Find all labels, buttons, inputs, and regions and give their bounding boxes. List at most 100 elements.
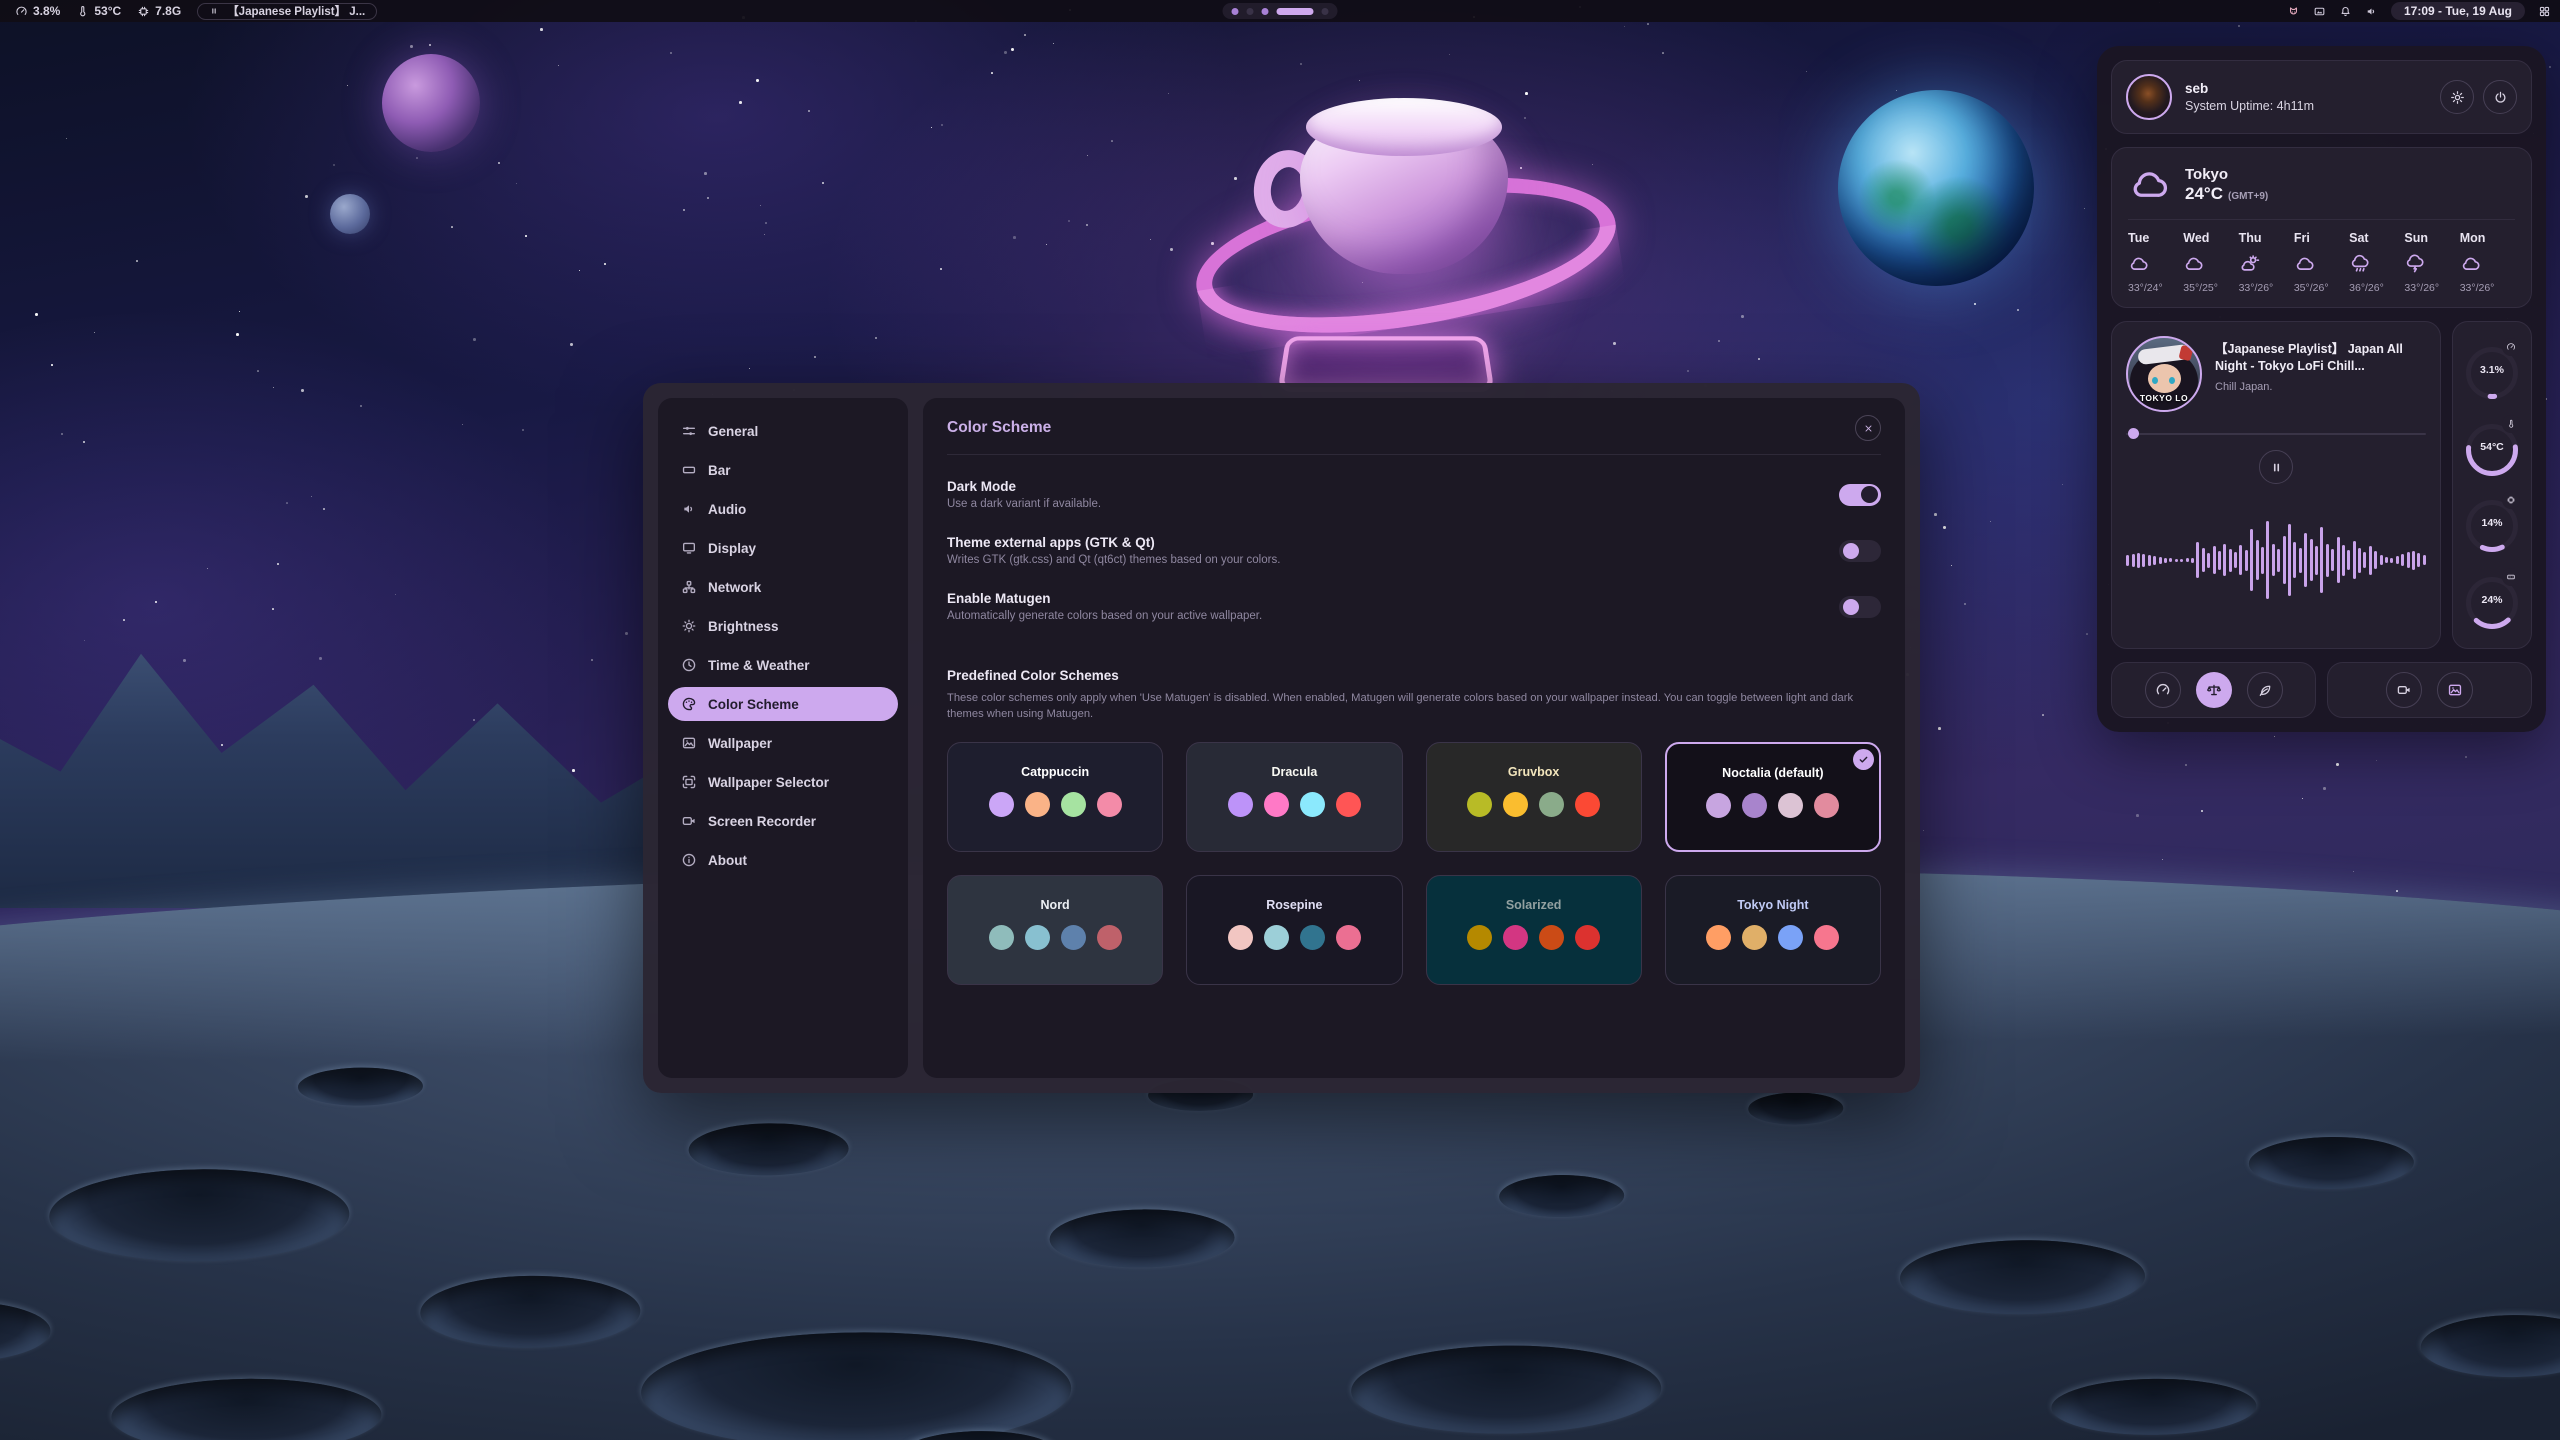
color-scheme-card[interactable]: Catppuccin [947, 742, 1163, 852]
star [683, 209, 685, 211]
app-launcher-icon[interactable] [2538, 5, 2551, 18]
color-scheme-card[interactable]: Solarized [1426, 875, 1642, 985]
sidebar-item[interactable]: Color Scheme [668, 687, 898, 721]
seek-thumb[interactable] [2128, 428, 2139, 439]
system-stat[interactable]: 53°C [76, 4, 121, 18]
visualizer-bar [2320, 527, 2323, 593]
sidebar-item-label: Audio [708, 502, 746, 517]
sidebar-item[interactable]: Brightness [668, 609, 898, 643]
purple-planet [382, 54, 480, 152]
moon-crater [111, 1377, 382, 1440]
star [207, 568, 208, 569]
color-scheme-card[interactable]: Nord [947, 875, 1163, 985]
sidebar-item-icon [681, 579, 697, 595]
visualizer-bar [2326, 544, 2329, 577]
tray-icon[interactable] [2287, 5, 2300, 18]
color-scheme-card[interactable]: Noctalia (default) [1665, 742, 1881, 852]
star [1718, 340, 1720, 342]
sidebar-item[interactable]: Audio [668, 492, 898, 526]
gauge-value: 54°C [2462, 441, 2522, 453]
power-profile-button[interactable] [2145, 672, 2181, 708]
star [579, 270, 580, 271]
workspace-dot[interactable] [1232, 8, 1239, 15]
power-profile-button[interactable] [2196, 672, 2232, 708]
moon-crater [1351, 1344, 1662, 1435]
visualizer-bar [2207, 553, 2210, 568]
settings-button[interactable] [2440, 80, 2474, 114]
system-stat[interactable]: 7.8G [137, 4, 181, 18]
forecast-day-label: Sun [2404, 231, 2428, 245]
seek-bar[interactable] [2126, 428, 2426, 439]
color-swatch [989, 925, 1014, 950]
visualizer-bar [2342, 545, 2345, 576]
star [1923, 830, 1924, 831]
close-button[interactable] [1855, 415, 1881, 441]
sidebar-item[interactable]: Display [668, 531, 898, 565]
top-bar: 3.8% 53°C 7.8G 【Japanese Playlist】 J... [0, 0, 2560, 22]
star [286, 502, 288, 504]
color-scheme-card[interactable]: Tokyo Night [1665, 875, 1881, 985]
visualizer-bar [2385, 557, 2388, 563]
play-pause-button[interactable] [2259, 450, 2293, 484]
sidebar-item[interactable]: Screen Recorder [668, 804, 898, 838]
clock[interactable]: 17:09 - Tue, 19 Aug [2391, 2, 2525, 20]
audio-visualizer [2126, 486, 2426, 634]
star [2042, 714, 2044, 716]
sidebar-item-label: Display [708, 541, 756, 556]
scheme-palette [989, 925, 1122, 950]
star [941, 124, 943, 126]
status-indicator-icon[interactable] [2339, 5, 2352, 18]
star [2017, 309, 2019, 311]
toggle-switch[interactable] [1839, 596, 1881, 618]
sidebar-item[interactable]: Bar [668, 453, 898, 487]
page-title: Color Scheme [947, 419, 1051, 437]
workspace-dot[interactable] [1262, 8, 1269, 15]
quick-action-button[interactable] [2437, 672, 2473, 708]
workspace-dot[interactable] [1322, 8, 1329, 15]
sidebar-item[interactable]: Wallpaper [668, 726, 898, 760]
star [991, 72, 993, 74]
workspace-dot[interactable] [1247, 8, 1254, 15]
visualizer-bar [2315, 546, 2318, 575]
color-scheme-card[interactable]: Dracula [1186, 742, 1402, 852]
color-swatch [1539, 925, 1564, 950]
forecast-day: Sat 36°/26° [2349, 231, 2404, 294]
star [1068, 220, 1070, 222]
forecast-day: Sun 33°/26° [2404, 231, 2459, 294]
sidebar-item[interactable]: Time & Weather [668, 648, 898, 682]
visualizer-bar [2353, 541, 2356, 579]
color-scheme-card[interactable]: Rosepine [1186, 875, 1402, 985]
sidebar-item[interactable]: Wallpaper Selector [668, 765, 898, 799]
star [1024, 34, 1026, 36]
sidebar-item[interactable]: About [668, 843, 898, 877]
visualizer-bar [2234, 552, 2237, 568]
sidebar-item[interactable]: Network [668, 570, 898, 604]
toggle-switch[interactable] [1839, 540, 1881, 562]
system-stat-gauge: 24% [2462, 568, 2522, 632]
tray-icon[interactable] [2313, 5, 2326, 18]
gauge-value: 24% [2462, 594, 2522, 606]
quick-action-button[interactable] [2386, 672, 2422, 708]
star [1011, 48, 1014, 51]
system-stat[interactable]: 3.8% [15, 4, 60, 18]
color-scheme-card[interactable]: Gruvbox [1426, 742, 1642, 852]
visualizer-bar [2180, 559, 2183, 562]
star [221, 744, 223, 746]
star [2084, 208, 2085, 209]
sidebar-item[interactable]: General [668, 414, 898, 448]
star [2086, 633, 2088, 635]
power-button[interactable] [2483, 80, 2517, 114]
star [272, 608, 274, 610]
visualizer-bar [2417, 553, 2420, 567]
toggle-switch[interactable] [1839, 484, 1881, 506]
star [61, 433, 63, 435]
star [875, 337, 877, 339]
color-swatch [1503, 792, 1528, 817]
sidebar-item-label: Wallpaper Selector [708, 775, 829, 790]
workspace-dot[interactable] [1277, 8, 1314, 15]
scheme-palette [1228, 925, 1361, 950]
status-indicator-icon[interactable] [2365, 5, 2378, 18]
media-pill[interactable]: 【Japanese Playlist】 J... [197, 3, 377, 20]
star [2238, 25, 2240, 27]
power-profile-button[interactable] [2247, 672, 2283, 708]
